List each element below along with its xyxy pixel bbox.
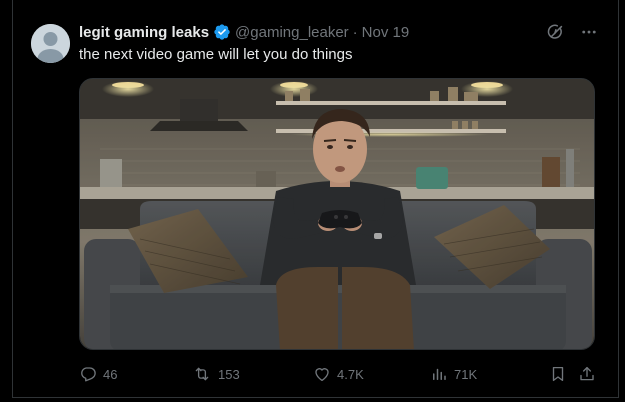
repost-count: 153: [218, 366, 240, 382]
views-button[interactable]: 71K: [430, 365, 477, 383]
tweet-header: legit gaming leaks @gaming_leaker · Nov …: [79, 22, 409, 42]
like-button[interactable]: 4.7K: [313, 365, 364, 383]
photo-of-man-holding-game-controller-on-couch-icon: [80, 79, 594, 349]
repost-icon: [192, 365, 212, 383]
share-button[interactable]: [578, 365, 596, 383]
tweet-media-image[interactable]: [79, 78, 595, 350]
verified-badge-icon: [213, 23, 231, 41]
action-bar: 46 153 4.7K 71K: [79, 362, 595, 386]
like-count: 4.7K: [337, 366, 364, 382]
bookmark-button[interactable]: [549, 365, 567, 383]
top-actions: [545, 22, 599, 42]
bookmark-icon: [549, 365, 567, 383]
reply-icon: [79, 365, 97, 383]
user-handle[interactable]: @gaming_leaker: [235, 24, 349, 41]
tweet-date[interactable]: Nov 19: [362, 24, 410, 41]
separator-dot: ·: [352, 23, 358, 41]
reply-count: 46: [103, 366, 118, 382]
heart-icon: [313, 365, 331, 383]
avatar[interactable]: [31, 24, 70, 63]
tweet-text: the next video game will let you do thin…: [79, 46, 353, 63]
views-icon: [430, 365, 448, 383]
grok-icon[interactable]: [545, 22, 565, 42]
repost-button[interactable]: 153: [192, 365, 240, 383]
views-count: 71K: [454, 366, 478, 382]
reply-button[interactable]: 46: [79, 365, 117, 383]
display-name[interactable]: legit gaming leaks: [79, 24, 209, 41]
share-icon: [578, 365, 596, 383]
tweet-card[interactable]: legit gaming leaks @gaming_leaker · Nov …: [0, 0, 625, 402]
more-icon[interactable]: [579, 22, 599, 42]
